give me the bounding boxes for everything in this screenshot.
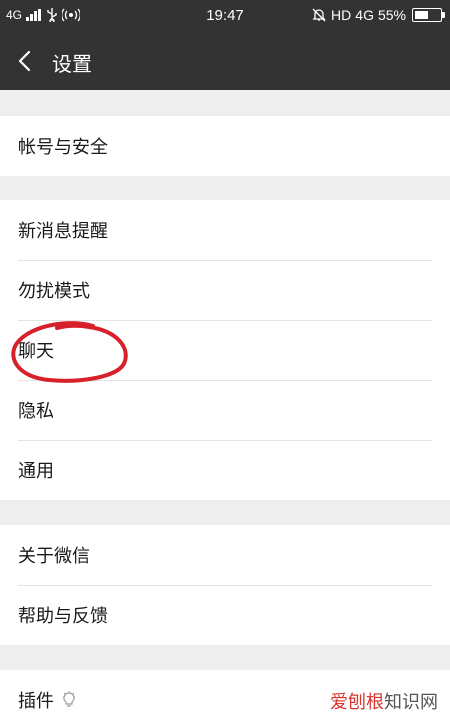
- status-bar: 4G 19:47 HD 4G 55%: [0, 0, 450, 32]
- settings-item-label: 聊天: [18, 341, 54, 362]
- settings-item-account-security[interactable]: 帐号与安全: [0, 116, 450, 176]
- back-arrow-icon[interactable]: [14, 48, 38, 74]
- status-bar-right: HD 4G 55%: [311, 7, 445, 23]
- settings-item-label: 插件: [18, 691, 54, 712]
- battery-percent: 55%: [377, 7, 406, 23]
- settings-group-main: 新消息提醒 勿扰模式 聊天 隐私 通用: [0, 200, 450, 500]
- watermark-suffix: 知识网: [384, 692, 438, 713]
- battery-icon: [412, 8, 445, 22]
- settings-item-about-wechat[interactable]: 关于微信: [0, 525, 450, 585]
- settings-item-label: 隐私: [18, 401, 54, 422]
- hd-label: HD: [331, 7, 352, 23]
- page-title: 设置: [52, 52, 92, 76]
- settings-item-help-feedback[interactable]: 帮助与反馈: [0, 585, 450, 645]
- settings-item-label: 关于微信: [18, 546, 90, 567]
- settings-item-label: 新消息提醒: [18, 221, 108, 242]
- nav-bar: 设置: [0, 32, 450, 90]
- settings-item-label: 帐号与安全: [18, 137, 108, 158]
- settings-item-general[interactable]: 通用: [0, 440, 450, 500]
- settings-item-label: 帮助与反馈: [18, 606, 108, 627]
- lightbulb-icon: [63, 691, 75, 707]
- settings-item-label: 通用: [18, 461, 54, 482]
- watermark: 爱刨根知识网: [330, 688, 438, 714]
- watermark-brand: 爱刨根: [330, 692, 384, 713]
- settings-item-do-not-disturb[interactable]: 勿扰模式: [0, 260, 450, 320]
- settings-item-label: 勿扰模式: [18, 281, 90, 302]
- settings-group-about: 关于微信 帮助与反馈: [0, 525, 450, 645]
- settings-item-new-message-notify[interactable]: 新消息提醒: [0, 200, 450, 260]
- settings-group-account: 帐号与安全: [0, 116, 450, 176]
- settings-item-privacy[interactable]: 隐私: [0, 380, 450, 440]
- settings-item-chat[interactable]: 聊天: [0, 320, 450, 380]
- mute-bell-icon: [312, 8, 326, 22]
- network-type-right: 4G: [355, 7, 374, 23]
